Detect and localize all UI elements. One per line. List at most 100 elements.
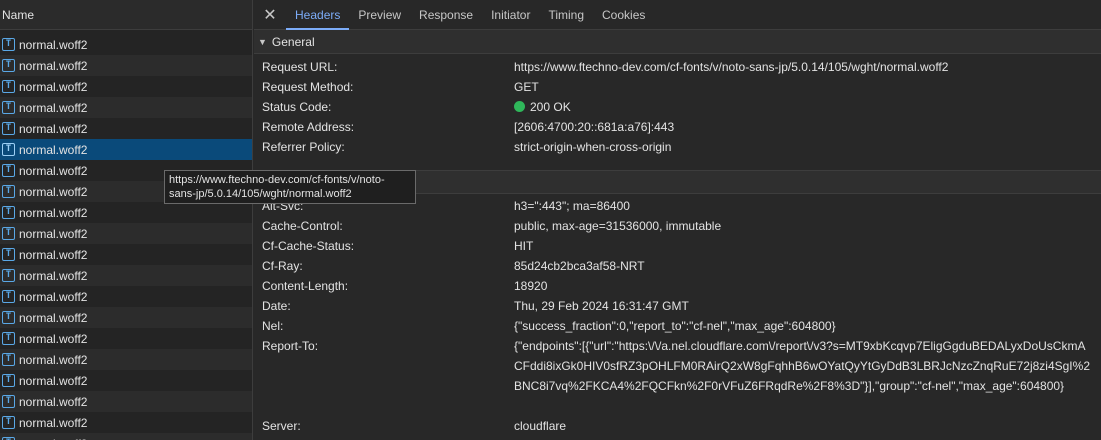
request-url-label: Request URL: (262, 60, 338, 74)
close-icon[interactable]: ✕ (254, 0, 286, 29)
response-header-key: Date: (262, 299, 291, 313)
referrer-policy-value: strict-origin-when-cross-origin (514, 140, 672, 154)
url-tooltip: https://www.ftechno-dev.com/cf-fonts/v/n… (164, 170, 416, 204)
response-header-key: Cf-Ray: (262, 259, 303, 273)
request-row[interactable]: Tnormal.woff2 (0, 139, 252, 160)
font-file-icon: T (2, 122, 15, 135)
response-header-row: Cf-Ray: 85d24cb2bca3af58-NRT (254, 256, 1101, 276)
response-header-value: {"endpoints":[{"url":"https:\/\/a.nel.cl… (514, 339, 1090, 393)
request-row[interactable]: Tnormal.woff2 (0, 55, 252, 76)
font-file-icon: T (2, 38, 15, 51)
status-code-value-wrap: 200 OK (514, 100, 571, 114)
request-method-row: Request Method: GET (254, 77, 1101, 97)
request-name: normal.woff2 (19, 331, 88, 346)
font-file-icon: T (2, 143, 15, 156)
response-header-value: 85d24cb2bca3af58-NRT (514, 259, 645, 273)
request-name: normal.woff2 (19, 100, 88, 115)
font-file-icon: T (2, 353, 15, 366)
request-name: normal.woff2 (19, 58, 88, 73)
response-header-row: Content-Length: 18920 (254, 276, 1101, 296)
font-file-icon: T (2, 185, 15, 198)
response-header-value: public, max-age=31536000, immutable (514, 219, 722, 233)
response-header-row: Server: cloudflare (254, 416, 1101, 436)
response-header-row: Cache-Control: public, max-age=31536000, … (254, 216, 1101, 236)
font-file-icon: T (2, 101, 15, 114)
request-row[interactable]: Tnormal.woff2 (0, 307, 252, 328)
referrer-policy-label: Referrer Policy: (262, 140, 345, 154)
font-file-icon: T (2, 416, 15, 429)
request-row[interactable]: Tnormal.woff2 (0, 286, 252, 307)
status-code-row: Status Code: 200 OK (254, 97, 1101, 117)
response-header-key: Server: (262, 419, 301, 433)
general-section-title: General (271, 34, 315, 49)
request-name: normal.woff2 (19, 247, 88, 262)
status-code-label: Status Code: (262, 100, 332, 114)
tab-initiator[interactable]: Initiator (482, 0, 539, 29)
tab-headers[interactable]: Headers (286, 0, 350, 30)
response-header-key: Cf-Cache-Status: (262, 239, 355, 253)
font-file-icon: T (2, 311, 15, 324)
request-name: normal.woff2 (19, 205, 88, 220)
response-header-key: Report-To: (262, 339, 319, 353)
request-row[interactable]: Tnormal.woff2 (0, 328, 252, 349)
request-name: normal.woff2 (19, 121, 88, 136)
request-row[interactable]: Tnormal.woff2 (0, 433, 252, 440)
request-method-label: Request Method: (262, 80, 354, 94)
request-row[interactable]: Tnormal.woff2 (0, 223, 252, 244)
request-row[interactable]: Tnormal.woff2 (0, 34, 252, 55)
request-url-row: Request URL: https://www.ftechno-dev.com… (254, 57, 1101, 77)
general-section-body: Request URL: https://www.ftechno-dev.com… (254, 54, 1101, 157)
request-name: normal.woff2 (19, 437, 87, 440)
tab-preview[interactable]: Preview (349, 0, 410, 29)
response-header-value: Thu, 29 Feb 2024 16:31:47 GMT (514, 299, 689, 313)
request-row[interactable]: Tnormal.woff2 (0, 76, 252, 97)
request-name: normal.woff2 (19, 79, 88, 94)
font-file-icon: T (2, 164, 15, 177)
font-file-icon: T (2, 395, 15, 408)
request-name: normal.woff2 (19, 415, 88, 430)
request-row[interactable]: Tnormal.woff2 (0, 391, 252, 412)
triangle-down-icon: ▼ (258, 36, 267, 47)
request-row[interactable]: Tnormal.woff2 (0, 118, 252, 139)
request-name: normal.woff2 (19, 37, 88, 52)
details-tabbar: ✕ Headers Preview Response Initiator Tim… (254, 0, 1101, 30)
request-name: normal.woff2 (19, 394, 88, 409)
response-header-value: 18920 (514, 279, 548, 293)
referrer-policy-row: Referrer Policy: strict-origin-when-cros… (254, 137, 1101, 157)
font-file-icon: T (2, 332, 15, 345)
request-row[interactable]: Tnormal.woff2 (0, 349, 252, 370)
font-file-icon: T (2, 59, 15, 72)
font-file-icon: T (2, 227, 15, 240)
font-file-icon: T (2, 269, 15, 282)
request-row[interactable]: Tnormal.woff2 (0, 97, 252, 118)
details-panel: ✕ Headers Preview Response Initiator Tim… (254, 0, 1101, 440)
response-header-value: HIT (514, 239, 534, 253)
name-column-header[interactable]: Name (0, 0, 252, 30)
response-header-value: cloudflare (514, 419, 567, 433)
request-name: normal.woff2 (19, 352, 88, 367)
request-row[interactable]: Tnormal.woff2 (0, 244, 252, 265)
status-code-value: 200 OK (530, 100, 571, 114)
tab-timing[interactable]: Timing (539, 0, 593, 29)
request-row[interactable]: Tnormal.woff2 (0, 412, 252, 433)
response-header-value: h3=":443"; ma=86400 (514, 199, 630, 213)
font-file-icon: T (2, 248, 15, 261)
response-header-row: Date: Thu, 29 Feb 2024 16:31:47 GMT (254, 296, 1101, 316)
request-method-value: GET (514, 80, 539, 94)
request-name: normal.woff2 (19, 289, 88, 304)
response-header-key: Content-Length: (262, 279, 349, 293)
request-row[interactable]: Tnormal.woff2 (0, 202, 252, 223)
request-list: Tnormal.woff2 Tnormal.woff2 Tnormal.woff2 T… (0, 34, 252, 440)
response-header-row: Nel: {"success_fraction":0,"report_to":"c… (254, 316, 1101, 336)
tab-response[interactable]: Response (410, 0, 482, 29)
request-row[interactable]: Tnormal.woff2 (0, 265, 252, 286)
request-name: normal.woff2 (19, 184, 88, 199)
tab-cookies[interactable]: Cookies (593, 0, 654, 29)
request-row[interactable]: Tnormal.woff2 (0, 370, 252, 391)
font-file-icon: T (2, 374, 15, 387)
response-header-row: Report-To: {"endpoints":[{"url":"https:\/… (254, 336, 1101, 416)
response-header-value: {"success_fraction":0,"report_to":"cf-ne… (514, 319, 836, 333)
font-file-icon: T (2, 290, 15, 303)
response-header-key: Nel: (262, 319, 284, 333)
general-section-header[interactable]: ▼ General (254, 30, 1101, 54)
